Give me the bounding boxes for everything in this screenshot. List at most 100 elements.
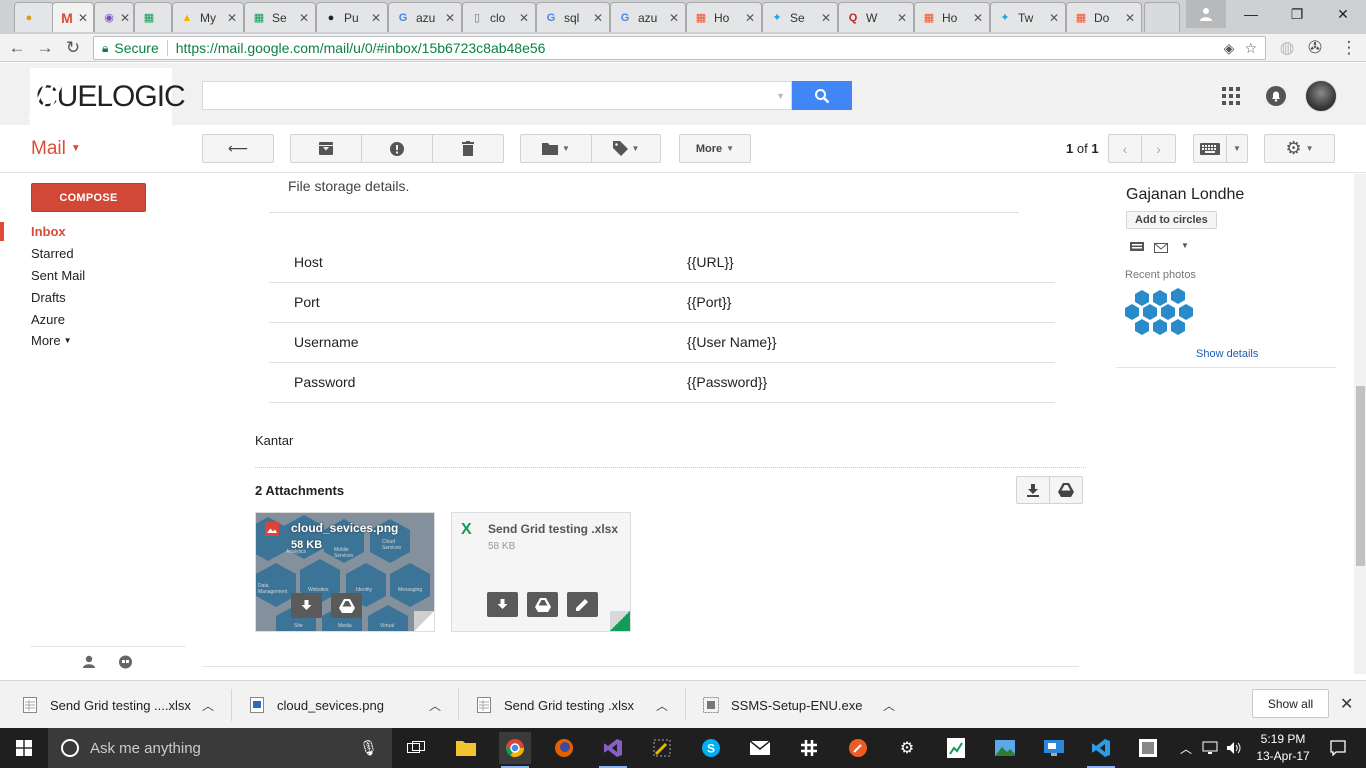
nav-item-drafts[interactable]: Drafts (31, 290, 66, 305)
extension-film-icon[interactable]: ✇ (1304, 37, 1326, 59)
close-tab-icon[interactable]: ✕ (371, 11, 381, 25)
compose-button[interactable]: COMPOSE (31, 183, 146, 212)
back-icon[interactable]: ← (6, 37, 28, 59)
save-to-drive-button[interactable] (527, 592, 558, 617)
close-tab-icon[interactable]: ✕ (519, 11, 529, 25)
move-to-button[interactable]: ▼ (520, 134, 592, 163)
report-spam-button[interactable] (361, 134, 433, 163)
close-tab-icon[interactable]: ✕ (445, 11, 455, 25)
recent-photo-thumbnail[interactable] (1125, 288, 1193, 338)
browser-tab[interactable]: ◉ ✕ (94, 2, 134, 32)
email-icon[interactable] (1154, 240, 1168, 258)
task-view-icon[interactable] (400, 732, 432, 764)
address-bar[interactable]: 🔒︎ Secure https://mail.google.com/mail/u… (93, 36, 1266, 60)
contacts-person-icon[interactable] (82, 655, 96, 674)
download-item[interactable]: Send Grid testing ....xlsx ︿ (22, 681, 218, 729)
microphone-icon[interactable]: 🎙︎ (359, 739, 378, 757)
mail-switcher-button[interactable]: Mail ▼ (31, 138, 81, 160)
postman-icon[interactable] (842, 732, 874, 764)
site-visibility-icon[interactable]: ◈ (1224, 40, 1235, 57)
message-icon[interactable] (1130, 240, 1144, 258)
browser-tab[interactable]: ● Pu ✕ (316, 2, 388, 32)
browser-tab[interactable]: ✦ Tw ✕ (990, 2, 1066, 32)
attachment-card-spreadsheet[interactable]: X Send Grid testing .xlsx 58 KB (451, 512, 631, 632)
search-input[interactable]: ▼ (202, 81, 792, 110)
browser-tab[interactable]: ▯ clo ✕ (462, 2, 536, 32)
tools-icon[interactable] (646, 732, 678, 764)
download-item[interactable]: SSMS-Setup-ENU.exe ︿ (703, 681, 899, 729)
remote-desktop-icon[interactable] (1038, 732, 1070, 764)
slack-icon[interactable] (793, 732, 825, 764)
photos-app-icon[interactable] (989, 732, 1021, 764)
browser-tab[interactable]: ● (14, 2, 54, 32)
close-downloads-bar-icon[interactable]: ✕ (1340, 694, 1353, 714)
add-to-circles-button[interactable]: Add to circles (1126, 211, 1217, 229)
close-tab-icon[interactable]: ✕ (299, 11, 309, 25)
browser-tab-gmail[interactable]: M ✕ (52, 2, 94, 32)
show-all-downloads-button[interactable]: Show all (1252, 689, 1329, 718)
cuelogic-logo[interactable]: CUELOGIC (30, 68, 186, 126)
newer-button[interactable]: ‹ (1108, 134, 1142, 163)
file-explorer-icon[interactable] (450, 732, 482, 764)
chrome-menu-icon[interactable]: ⋮ (1338, 37, 1360, 59)
skype-icon[interactable]: S (695, 732, 727, 764)
download-attachment-button[interactable] (291, 593, 322, 618)
nav-item-sent-mail[interactable]: Sent Mail (31, 268, 85, 283)
chevron-down-icon[interactable]: ▼ (1181, 241, 1189, 250)
bookmark-star-icon[interactable]: ☆ (1244, 40, 1257, 57)
nav-item-inbox[interactable]: Inbox (31, 224, 66, 239)
more-actions-button[interactable]: More ▼ (679, 134, 751, 163)
cortana-search-box[interactable]: Ask me anything 🎙︎ (48, 728, 392, 768)
profile-icon[interactable] (1186, 0, 1226, 28)
notifications-bell-icon[interactable] (1265, 85, 1287, 107)
settings-gear-icon[interactable]: ⚙ (891, 732, 923, 764)
download-item[interactable]: Send Grid testing .xlsx ︿ (476, 681, 672, 729)
close-tab-icon[interactable]: ✕ (78, 11, 88, 25)
document-app-icon[interactable] (1132, 732, 1164, 764)
save-all-to-drive-button[interactable] (1049, 476, 1083, 504)
close-tab-icon[interactable]: ✕ (897, 11, 907, 25)
close-tab-icon[interactable]: ✕ (227, 11, 237, 25)
input-tools-button[interactable] (1193, 134, 1227, 163)
browser-tab[interactable]: Q W ✕ (838, 2, 914, 32)
save-to-drive-button[interactable] (331, 593, 362, 618)
close-tab-icon[interactable]: ✕ (745, 11, 755, 25)
vscode-icon[interactable] (1085, 732, 1117, 768)
nav-item-more[interactable]: More ▼ (31, 333, 72, 348)
archive-button[interactable] (290, 134, 362, 163)
page-scrollbar[interactable] (1354, 174, 1366, 674)
older-button[interactable]: › (1141, 134, 1176, 163)
close-tab-icon[interactable]: ✕ (593, 11, 603, 25)
minimize-window-icon[interactable]: — (1228, 0, 1274, 28)
delete-button[interactable] (432, 134, 504, 163)
chevron-up-icon[interactable]: ︿ (883, 697, 895, 714)
close-tab-icon[interactable]: ✕ (1049, 11, 1059, 25)
chrome-taskbar-icon[interactable] (499, 732, 531, 768)
browser-tab[interactable]: ▦ Ho ✕ (914, 2, 990, 32)
close-tab-icon[interactable]: ✕ (120, 11, 130, 25)
download-attachment-button[interactable] (487, 592, 518, 617)
attachment-card-image[interactable]: Analytics Mobile Services Cloud Services… (255, 512, 435, 632)
chevron-up-icon[interactable]: ︿ (202, 697, 214, 714)
nav-item-starred[interactable]: Starred (31, 246, 74, 261)
browser-tab[interactable]: G azu ✕ (610, 2, 686, 32)
search-options-icon[interactable]: ▼ (776, 91, 785, 101)
edit-attachment-button[interactable] (567, 592, 598, 617)
action-center-icon[interactable] (1322, 732, 1354, 764)
windows-start-button[interactable] (0, 728, 48, 768)
apps-grid-icon[interactable] (1220, 85, 1242, 107)
firefox-icon[interactable] (548, 732, 580, 764)
visual-studio-icon[interactable] (597, 732, 629, 768)
hangouts-icon[interactable] (118, 655, 133, 675)
back-to-inbox-button[interactable]: ⟵ (202, 134, 274, 163)
download-all-button[interactable] (1016, 476, 1050, 504)
browser-tab[interactable]: ▦ Ho ✕ (686, 2, 762, 32)
volume-icon[interactable] (1222, 732, 1246, 764)
chevron-up-icon[interactable]: ︿ (429, 697, 441, 714)
labels-button[interactable]: ▼ (591, 134, 661, 163)
close-tab-icon[interactable]: ✕ (1125, 11, 1135, 25)
mail-app-icon[interactable] (744, 732, 776, 764)
nav-item-azure[interactable]: Azure (31, 312, 65, 327)
browser-tab[interactable]: ✦ Se ✕ (762, 2, 838, 32)
forward-icon[interactable]: → (34, 37, 56, 59)
